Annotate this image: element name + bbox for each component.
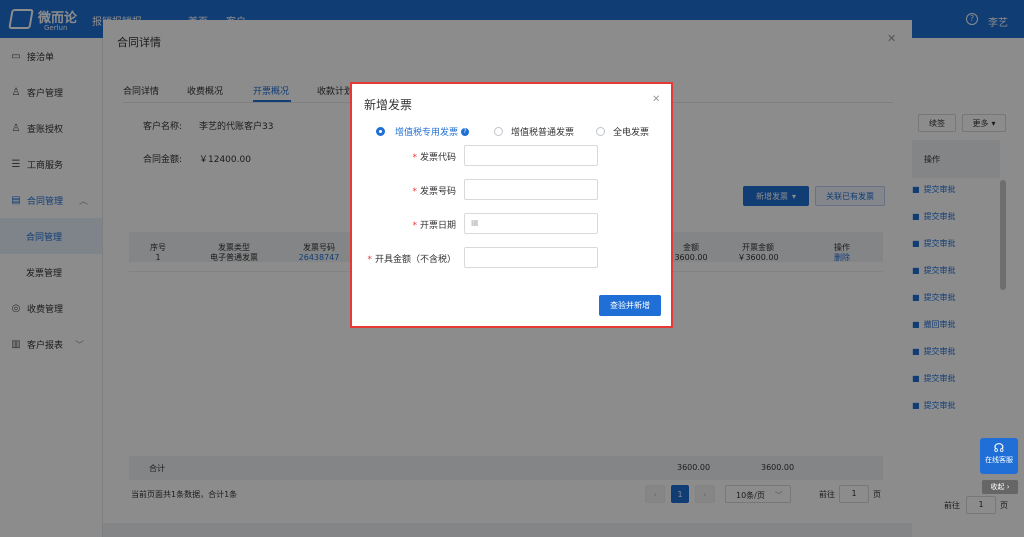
close-icon[interactable]: ✕ <box>652 94 660 105</box>
radio-icon <box>596 127 605 136</box>
invoice-amount-label: * 开具金额（不含税） <box>367 255 456 265</box>
online-service-widget[interactable]: ☊ 在线客服 <box>980 438 1018 474</box>
invoice-number-label: * 发票号码 <box>412 187 456 197</box>
invoice-date-label: * 开票日期 <box>412 221 456 231</box>
modal-title: 新增发票 <box>364 98 413 112</box>
invoice-number-input[interactable] <box>464 179 598 200</box>
radio-vat-special[interactable]: 增值税专用发票 ? <box>376 125 470 138</box>
new-invoice-modal: 新增发票 ✕ 增值税专用发票 ? 增值税普通发票 全电发票 * 发票代码 * 发票号… <box>350 82 673 328</box>
radio-label: 增值税普通发票 <box>511 128 575 138</box>
invoice-amount-input[interactable] <box>464 247 598 268</box>
radio-label: 增值税专用发票 <box>395 128 459 138</box>
radio-vat-normal[interactable]: 增值税普通发票 <box>494 125 574 138</box>
invoice-code-label: * 发票代码 <box>412 153 456 163</box>
invoice-date-input[interactable]: ▦ <box>464 213 598 234</box>
radio-selected-icon <box>376 127 385 136</box>
calendar-icon: ▦ <box>471 218 479 227</box>
radio-icon <box>494 127 503 136</box>
help-icon[interactable]: ? <box>461 127 470 136</box>
collapse-button[interactable]: 收起 › <box>982 480 1018 494</box>
headset-icon: ☊ <box>993 441 1005 455</box>
radio-full-electronic[interactable]: 全电发票 <box>596 125 649 138</box>
online-service-label: 在线客服 <box>985 456 1013 464</box>
invoice-code-input[interactable] <box>464 145 598 166</box>
verify-and-add-button[interactable]: 查验并新增 <box>599 295 661 316</box>
radio-label: 全电发票 <box>613 128 650 138</box>
collapse-label: 收起 <box>990 483 1005 491</box>
